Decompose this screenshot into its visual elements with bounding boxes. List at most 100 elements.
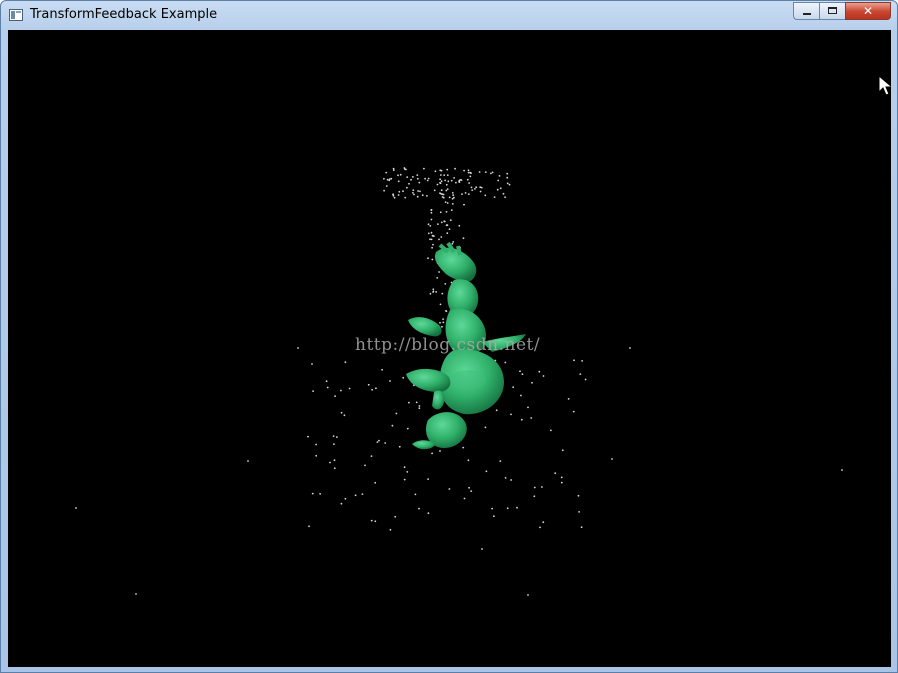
particle — [383, 189, 385, 192]
particle — [497, 179, 500, 182]
particle — [460, 179, 462, 181]
particle — [438, 271, 440, 273]
particle — [403, 478, 406, 481]
particle — [441, 325, 443, 328]
particle — [491, 171, 494, 174]
particle — [442, 318, 444, 320]
particle — [348, 387, 351, 390]
particle — [408, 182, 410, 185]
particle — [395, 412, 398, 415]
particle — [506, 172, 509, 175]
particle — [510, 413, 512, 416]
particle — [427, 478, 429, 480]
close-button[interactable]: ✕ — [845, 2, 891, 20]
maximize-button[interactable] — [819, 2, 845, 20]
particle — [410, 178, 412, 181]
particle — [441, 292, 444, 295]
particle — [421, 194, 424, 197]
particle — [378, 439, 380, 442]
particle — [572, 410, 575, 413]
particle — [520, 418, 523, 421]
particle — [573, 359, 575, 362]
particle — [416, 195, 419, 198]
particle — [531, 381, 533, 384]
particle — [408, 401, 410, 404]
particle — [466, 178, 469, 181]
particle — [445, 211, 448, 213]
particle — [307, 435, 309, 438]
particle — [462, 446, 465, 449]
particle — [481, 548, 483, 550]
title-bar[interactable]: TransformFeedback Example ✕ — [1, 1, 897, 30]
particle — [418, 181, 421, 184]
particle — [440, 174, 442, 176]
particle — [502, 192, 505, 195]
particle — [389, 380, 391, 382]
particle — [332, 435, 335, 437]
particle — [412, 189, 415, 192]
particle — [504, 477, 507, 479]
particle — [415, 401, 418, 404]
particle — [361, 493, 364, 495]
particle — [512, 386, 515, 389]
particle — [398, 445, 401, 448]
particle — [418, 407, 421, 410]
particle — [340, 502, 343, 505]
particle — [406, 427, 409, 430]
particle — [442, 321, 445, 324]
particle — [499, 460, 502, 462]
particle — [527, 594, 529, 596]
particle — [445, 183, 448, 186]
particle — [542, 521, 545, 524]
particle — [412, 192, 414, 194]
particle — [467, 459, 470, 462]
particle — [376, 441, 379, 443]
particle — [374, 520, 377, 523]
particle — [449, 219, 452, 222]
particle — [383, 177, 385, 180]
particle — [308, 525, 310, 528]
particle — [560, 476, 563, 479]
particle — [325, 380, 328, 383]
minimize-button[interactable] — [793, 2, 819, 20]
particle — [538, 370, 541, 373]
particle — [427, 512, 430, 515]
particle — [419, 190, 421, 193]
particle — [485, 470, 488, 473]
particle — [468, 182, 470, 184]
particle — [453, 177, 455, 179]
particle — [433, 189, 436, 192]
particle — [452, 241, 455, 243]
particle — [406, 186, 408, 189]
particle — [446, 168, 449, 171]
particle — [439, 450, 441, 452]
particle — [440, 189, 443, 192]
particle — [427, 257, 429, 260]
particle — [550, 429, 552, 432]
particle — [579, 373, 582, 375]
particle — [397, 180, 400, 183]
particle — [416, 174, 419, 177]
particle — [426, 179, 429, 182]
particle — [470, 172, 472, 175]
particle — [438, 238, 440, 241]
render-viewport[interactable]: http://blog.csdn.net/ — [8, 30, 891, 667]
particle — [343, 414, 346, 417]
particle — [527, 406, 529, 409]
particle — [491, 507, 493, 510]
particle — [344, 361, 347, 364]
particle — [436, 183, 439, 186]
particle — [399, 173, 402, 176]
particle — [371, 388, 373, 391]
particle — [440, 180, 443, 183]
particle — [463, 203, 465, 206]
app-icon[interactable] — [9, 9, 23, 21]
particle — [406, 471, 409, 473]
particle — [370, 455, 373, 457]
particle — [542, 375, 545, 377]
particle — [504, 361, 507, 364]
close-icon: ✕ — [862, 4, 874, 18]
particle — [340, 411, 343, 414]
particle — [451, 203, 454, 205]
particle — [312, 390, 314, 392]
